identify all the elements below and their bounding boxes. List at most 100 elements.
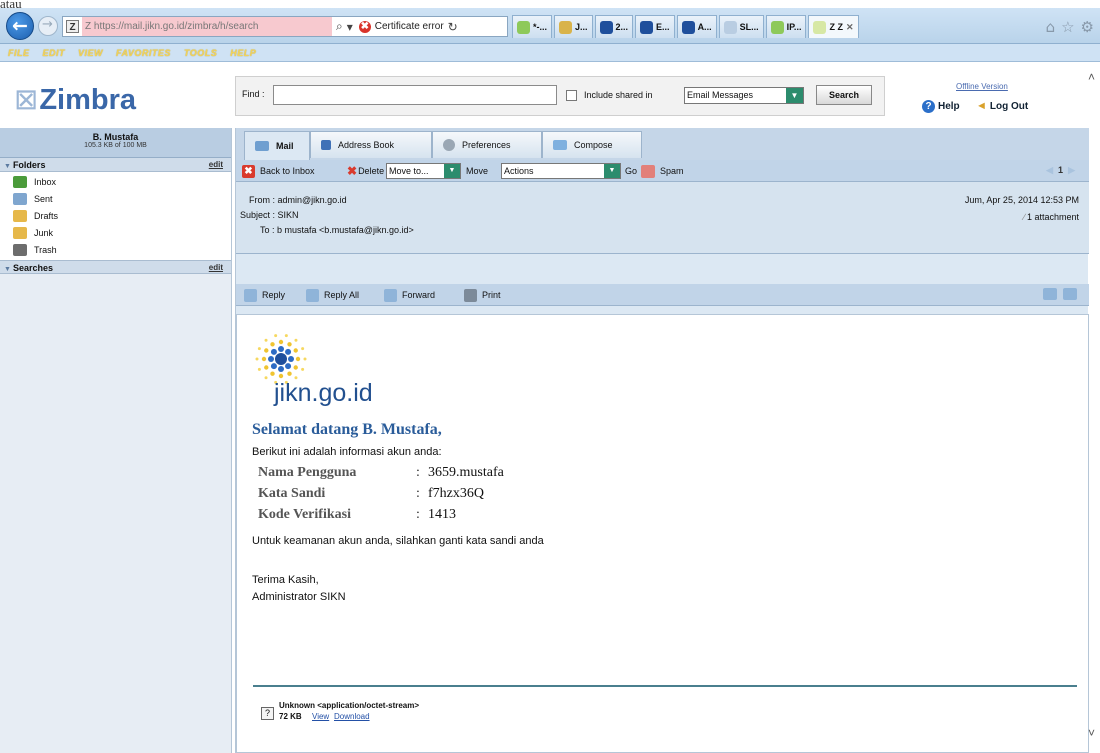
- tab-preferences[interactable]: Preferences: [432, 131, 542, 158]
- move-to-select[interactable]: Move to... ▼: [386, 163, 461, 179]
- browser-tab[interactable]: Z Z ✕: [808, 15, 859, 38]
- reply-all-button[interactable]: Reply All: [306, 288, 359, 302]
- logout-link[interactable]: ◄ Log Out: [976, 100, 1028, 112]
- tab-mail[interactable]: Mail: [244, 131, 310, 160]
- gear-icon[interactable]: ⚙: [1081, 18, 1094, 36]
- forward-button[interactable]: [38, 16, 58, 36]
- folders-header[interactable]: ▼ Folders edit: [0, 158, 231, 172]
- refresh-icon[interactable]: ↻: [448, 20, 458, 34]
- help-link[interactable]: ? Help: [922, 100, 960, 113]
- edit-searches-link[interactable]: edit: [209, 261, 223, 275]
- forward-icon: [384, 288, 397, 302]
- logo-dot: [257, 367, 261, 371]
- url-text[interactable]: Z https://mail.jikn.go.id/zimbra/h/searc…: [82, 17, 332, 36]
- reply-label: Reply: [262, 290, 286, 300]
- reply-all-label: Reply All: [324, 290, 360, 300]
- browser-tab[interactable]: J...: [554, 15, 593, 38]
- include-shared-checkbox[interactable]: [566, 90, 577, 101]
- sidebar: B. Mustafa 105.3 KB of 100 MB ▼ Folders e…: [0, 128, 232, 753]
- searches-header[interactable]: ▼ Searches edit: [0, 260, 231, 274]
- attachment-view-link[interactable]: View: [312, 712, 329, 721]
- logo-dot: [288, 356, 294, 362]
- move-button[interactable]: Move: [466, 164, 488, 178]
- reply-icon: [244, 288, 257, 302]
- folder-label: Trash: [34, 244, 57, 255]
- folders-title: Folders: [12, 160, 46, 170]
- message-toolbar: ✖ Back to Inbox ✖ Delete Move to... ▼ Move …: [236, 160, 1089, 182]
- logout-label: Log Out: [989, 100, 1029, 112]
- actions-select[interactable]: Actions ▼: [501, 163, 621, 179]
- browser-tab[interactable]: A...: [676, 15, 717, 38]
- show-original-icon[interactable]: [1063, 288, 1077, 300]
- credential-value: f7hzx36Q: [428, 486, 484, 501]
- search-button[interactable]: Search: [816, 85, 872, 105]
- prev-page-icon[interactable]: ◀: [1046, 165, 1053, 175]
- reply-button[interactable]: Reply: [244, 288, 285, 302]
- search-icon[interactable]: ⌕: [336, 19, 343, 34]
- search-input[interactable]: [273, 85, 557, 105]
- close-tab-icon[interactable]: ✕: [846, 22, 854, 33]
- menu-item-favorites[interactable]: FAVORITES: [116, 48, 171, 58]
- main-panel: Mail Address Book Preferences Compose ✖ B…: [235, 128, 1089, 753]
- dropdown-icon[interactable]: ▾: [347, 20, 353, 34]
- cert-error-label[interactable]: Certificate error: [375, 21, 444, 32]
- new-window-icon[interactable]: [1043, 288, 1057, 300]
- print-label: Print: [482, 290, 501, 300]
- subject-line: Subject : SIKN: [240, 210, 299, 220]
- logo-dot: [264, 376, 268, 380]
- logo-dot: [255, 357, 259, 361]
- attachment-download-link[interactable]: Download: [334, 712, 370, 721]
- sidebar-item-drafts[interactable]: Drafts: [0, 207, 231, 224]
- tab-compose[interactable]: Compose: [542, 131, 642, 158]
- unknown-file-icon: ?: [261, 707, 274, 720]
- menu-item-tools[interactable]: TOOLS: [184, 48, 217, 58]
- browser-tab[interactable]: IP...: [765, 15, 807, 38]
- browser-tab[interactable]: *-...: [512, 15, 553, 38]
- offline-version-link[interactable]: Offline Version: [956, 82, 1008, 91]
- attachment-name: Unknown <application/octet-stream>: [279, 701, 420, 710]
- search-scope-select[interactable]: Email Messages ▼: [684, 87, 804, 104]
- scroll-up-icon[interactable]: ˄: [1088, 70, 1100, 84]
- zimbra-logo[interactable]: ⊠Zimbra: [14, 82, 136, 117]
- menu-item-file[interactable]: FILE: [8, 48, 30, 58]
- browser-tab-label: E...: [656, 22, 670, 32]
- chevron-down-icon: ▼: [444, 164, 460, 178]
- greeting: Selamat datang B. Mustafa,: [252, 421, 442, 438]
- paperclip-icon: ∕: [1023, 212, 1025, 222]
- logo-dot: [294, 338, 298, 342]
- menu-item-edit[interactable]: EDIT: [43, 48, 66, 58]
- go-button[interactable]: Go: [625, 164, 637, 178]
- back-button[interactable]: [6, 12, 34, 40]
- menu-item-view[interactable]: VIEW: [78, 48, 103, 58]
- sidebar-item-inbox[interactable]: Inbox: [0, 173, 231, 190]
- forward-button-mail[interactable]: Forward: [384, 288, 435, 302]
- home-icon[interactable]: ⌂: [1046, 18, 1056, 36]
- menu-item-help[interactable]: HELP: [230, 48, 256, 58]
- edit-folders-link[interactable]: edit: [209, 158, 223, 172]
- message-date: Jum, Apr 25, 2014 12:53 PM: [964, 195, 1079, 205]
- browser-tab[interactable]: SL...: [718, 15, 764, 38]
- spam-button[interactable]: Spam: [641, 164, 684, 178]
- browser-tab[interactable]: E...: [635, 15, 675, 38]
- logo-dot: [264, 338, 268, 342]
- browser-tab[interactable]: 2...: [594, 15, 634, 38]
- tab-favicon-icon: [599, 20, 613, 34]
- view-icons: [1043, 288, 1077, 300]
- actions-select-value: Actions: [504, 166, 534, 176]
- scroll-down-icon[interactable]: ˅: [1088, 726, 1100, 740]
- address-bar[interactable]: Z Z https://mail.jikn.go.id/zimbra/h/sea…: [62, 16, 508, 37]
- browser-tab-label: Z Z: [829, 22, 843, 32]
- print-button[interactable]: Print: [464, 288, 501, 302]
- back-to-inbox-button[interactable]: ✖ Back to Inbox: [242, 164, 315, 178]
- favorites-star-icon[interactable]: ☆: [1061, 18, 1074, 36]
- sidebar-item-junk[interactable]: Junk: [0, 224, 231, 241]
- logo-dot: [278, 366, 284, 372]
- tab-address-book[interactable]: Address Book: [310, 131, 432, 158]
- gear-icon: [443, 139, 455, 151]
- logo-dot: [278, 346, 284, 352]
- delete-button[interactable]: ✖ Delete: [347, 164, 384, 178]
- sidebar-item-trash[interactable]: Trash: [0, 241, 231, 258]
- next-page-icon[interactable]: ▶: [1068, 165, 1075, 175]
- sidebar-item-sent[interactable]: Sent: [0, 190, 231, 207]
- site-name: jikn.go.id: [274, 379, 373, 407]
